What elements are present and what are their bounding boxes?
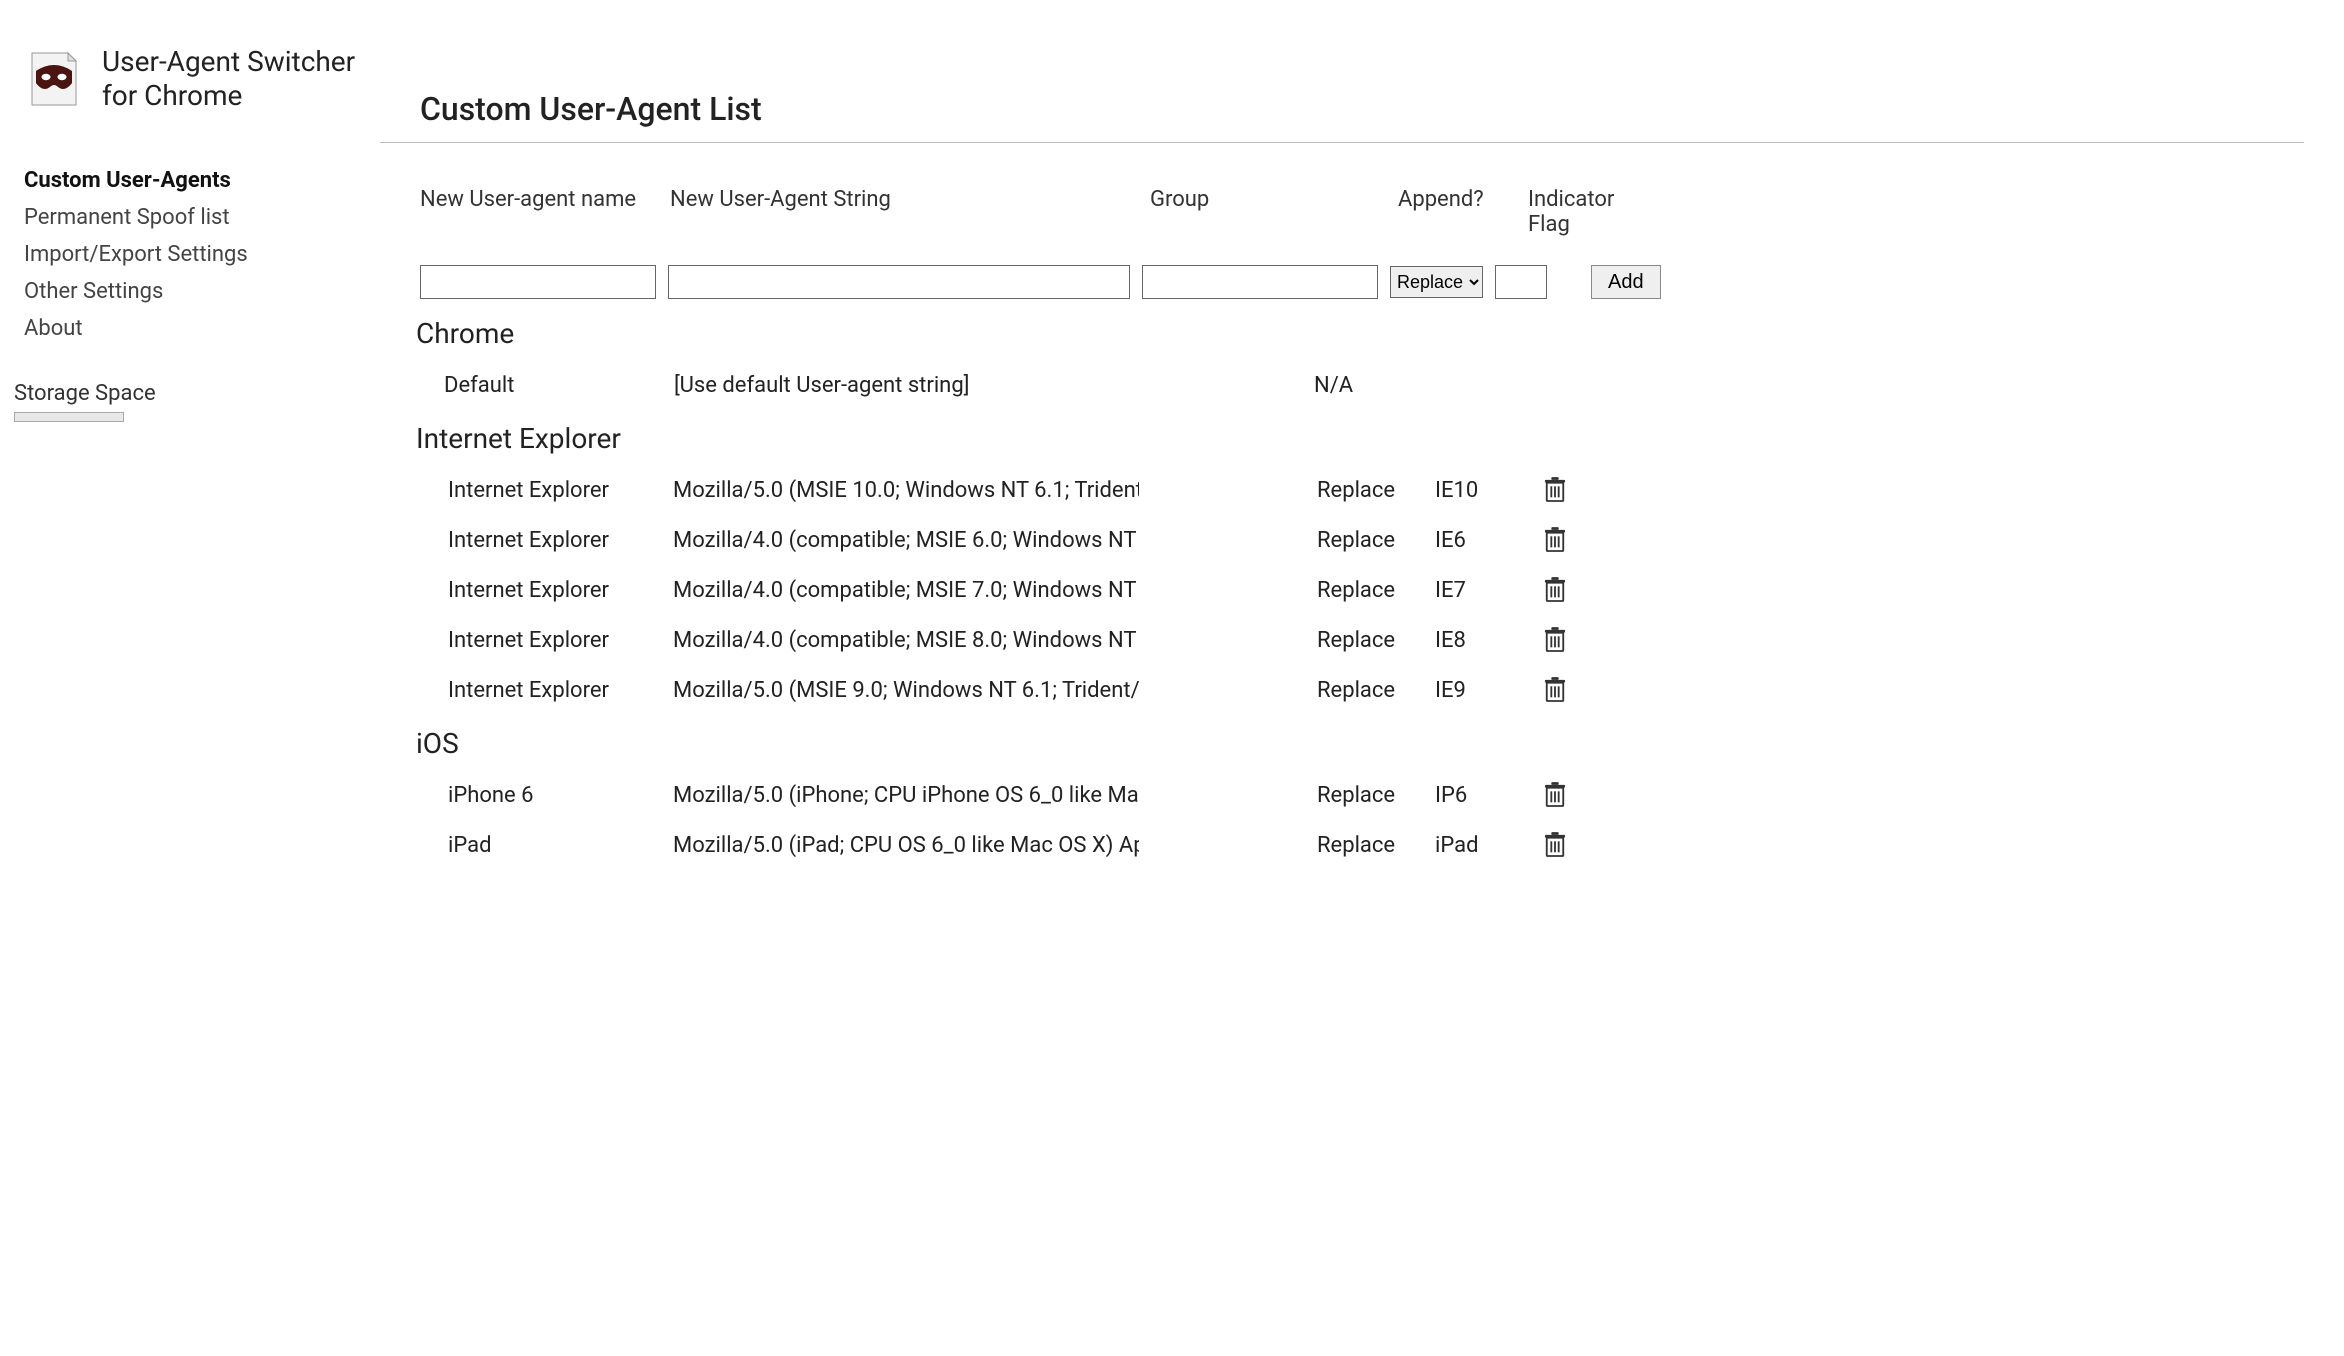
delete-button[interactable] (1535, 832, 1575, 858)
sidebar: User-Agent Switcher for Chrome Custom Us… (0, 0, 380, 870)
header-append: Append? (1398, 187, 1528, 212)
append-select[interactable]: Replace (1390, 266, 1483, 298)
new-user-agent-string-input[interactable] (668, 265, 1130, 299)
ua-name: Internet Explorer (448, 578, 673, 603)
delete-button[interactable] (1535, 677, 1575, 703)
ua-flag: iPad (1435, 833, 1535, 858)
trash-icon (1544, 782, 1566, 808)
main-content: Custom User-Agent List New User-agent na… (380, 0, 2344, 870)
ua-flag: IP6 (1435, 783, 1535, 808)
ua-append: N/A (1314, 373, 1432, 398)
ua-flag: IE8 (1435, 628, 1535, 653)
ua-row: Internet ExplorerMozilla/4.0 (compatible… (396, 515, 2304, 565)
storage-space-label: Storage Space (14, 381, 380, 406)
ua-flag: IE7 (1435, 578, 1535, 603)
ua-row: Internet ExplorerMozilla/5.0 (MSIE 10.0;… (396, 465, 2304, 515)
ua-string: Mozilla/4.0 (compatible; MSIE 7.0; Windo… (673, 578, 1139, 603)
header-name: New User-agent name (420, 187, 670, 212)
trash-icon (1544, 832, 1566, 858)
ua-row-default: Default[Use default User-agent string]N/… (396, 360, 2304, 410)
ua-name: iPhone 6 (448, 783, 673, 808)
ua-name: Internet Explorer (448, 628, 673, 653)
ua-row: Internet ExplorerMozilla/4.0 (compatible… (396, 615, 2304, 665)
trash-icon (1544, 577, 1566, 603)
trash-icon (1544, 477, 1566, 503)
sidebar-item-permanent-spoof-list[interactable]: Permanent Spoof list (24, 199, 380, 236)
ua-row: Internet ExplorerMozilla/5.0 (MSIE 9.0; … (396, 665, 2304, 715)
ua-name: Internet Explorer (448, 478, 673, 503)
sidebar-item-custom-user-agents[interactable]: Custom User-Agents (24, 162, 380, 199)
ua-append: Replace (1317, 628, 1435, 653)
ua-string: Mozilla/5.0 (iPad; CPU OS 6_0 like Mac O… (673, 833, 1139, 858)
ua-name: Internet Explorer (448, 528, 673, 553)
ua-append: Replace (1317, 678, 1435, 703)
app-logo-block: User-Agent Switcher for Chrome (24, 45, 380, 112)
new-entry-row: Replace Add (396, 265, 2304, 299)
storage-section: Storage Space (24, 381, 380, 422)
ua-name: Internet Explorer (448, 678, 673, 703)
title-divider (380, 142, 2304, 143)
ua-append: Replace (1317, 783, 1435, 808)
ua-append: Replace (1317, 578, 1435, 603)
add-button[interactable]: Add (1591, 265, 1661, 299)
group-input[interactable] (1142, 265, 1378, 299)
ua-flag: IE10 (1435, 478, 1535, 503)
ua-name: iPad (448, 833, 673, 858)
ua-string: Mozilla/5.0 (MSIE 10.0; Windows NT 6.1; … (673, 478, 1139, 503)
delete-button[interactable] (1535, 477, 1575, 503)
column-headers: New User-agent name New User-Agent Strin… (396, 187, 2304, 237)
ua-string: [Use default User-agent string] (674, 373, 1314, 398)
ua-string: Mozilla/5.0 (iPhone; CPU iPhone OS 6_0 l… (673, 783, 1139, 808)
app-title: User-Agent Switcher for Chrome (102, 45, 355, 112)
sidebar-item-other-settings[interactable]: Other Settings (24, 273, 380, 310)
ua-append: Replace (1317, 478, 1435, 503)
group-header: Chrome (416, 317, 2304, 350)
app-logo-icon (24, 49, 84, 109)
delete-button[interactable] (1535, 577, 1575, 603)
header-indicator-flag: Indicator Flag (1528, 187, 1628, 237)
ua-row: iPadMozilla/5.0 (iPad; CPU OS 6_0 like M… (396, 820, 2304, 870)
ua-name: Default (444, 373, 674, 398)
ua-append: Replace (1317, 833, 1435, 858)
ua-row: iPhone 6Mozilla/5.0 (iPhone; CPU iPhone … (396, 770, 2304, 820)
indicator-flag-input[interactable] (1495, 265, 1547, 299)
trash-icon (1544, 677, 1566, 703)
trash-icon (1544, 627, 1566, 653)
delete-button[interactable] (1535, 782, 1575, 808)
delete-button[interactable] (1535, 627, 1575, 653)
page-title: Custom User-Agent List (380, 90, 2304, 128)
ua-string: Mozilla/4.0 (compatible; MSIE 6.0; Windo… (673, 528, 1139, 553)
header-ua-string: New User-Agent String (670, 187, 1150, 212)
ua-row: Internet ExplorerMozilla/4.0 (compatible… (396, 565, 2304, 615)
new-user-agent-name-input[interactable] (420, 265, 656, 299)
ua-flag: IE9 (1435, 678, 1535, 703)
ua-string: Mozilla/4.0 (compatible; MSIE 8.0; Windo… (673, 628, 1139, 653)
ua-string: Mozilla/5.0 (MSIE 9.0; Windows NT 6.1; T… (673, 678, 1139, 703)
group-header: iOS (416, 727, 2304, 760)
ua-flag: IE6 (1435, 528, 1535, 553)
group-header: Internet Explorer (416, 422, 2304, 455)
ua-append: Replace (1317, 528, 1435, 553)
header-group: Group (1150, 187, 1398, 212)
sidebar-item-about[interactable]: About (24, 310, 380, 347)
trash-icon (1544, 527, 1566, 553)
nav-list: Custom User-Agents Permanent Spoof list … (24, 162, 380, 347)
sidebar-item-import-export-settings[interactable]: Import/Export Settings (24, 236, 380, 273)
delete-button[interactable] (1535, 527, 1575, 553)
storage-space-bar (14, 412, 124, 422)
